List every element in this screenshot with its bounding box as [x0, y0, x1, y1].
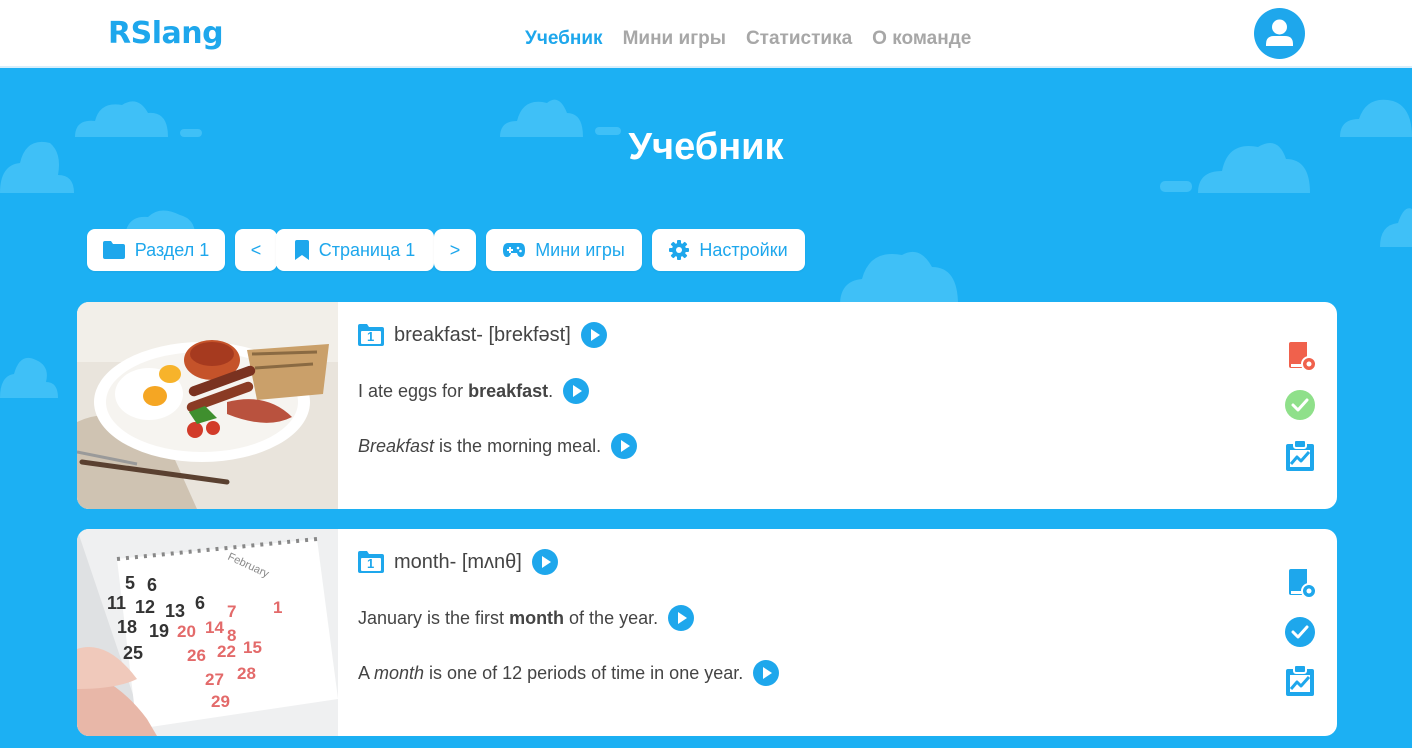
nav-link-textbook[interactable]: Учебник [525, 28, 603, 50]
page-title: Учебник [628, 126, 784, 168]
svg-text:22: 22 [217, 642, 236, 661]
word-statistics-icon[interactable] [1285, 665, 1315, 697]
difficult-word-icon[interactable] [1285, 340, 1317, 372]
meaning-row: A month is one of 12 periods of time in … [358, 660, 780, 686]
learned-check-icon[interactable] [1285, 617, 1315, 647]
transcription: [brekfəst] [488, 323, 571, 346]
meaning-text: A month is one of 12 periods of time in … [358, 663, 743, 684]
app-logo[interactable]: RSlang [108, 16, 224, 51]
next-page-button[interactable]: > [434, 229, 476, 271]
calendar-photo: February 56 11 12 13 6 18 19 25 71 20 14 8 26 2… [77, 529, 338, 736]
word-row: 1 month- [mʌnθ] [358, 549, 558, 575]
word-statistics-icon[interactable] [1285, 440, 1315, 472]
word-image: February 56 11 12 13 6 18 19 25 71 20 14 8 26 2… [77, 529, 338, 736]
play-word-icon[interactable] [580, 322, 607, 348]
svg-text:1: 1 [273, 598, 282, 617]
svg-text:12: 12 [135, 597, 155, 617]
example-word: month [509, 607, 565, 628]
word-row: 1 breakfast- [brekfəst] [358, 322, 607, 348]
example-row: I ate eggs for breakfast. [358, 378, 590, 404]
user-avatar-button[interactable] [1254, 8, 1305, 59]
word: month [394, 550, 450, 573]
example-pre: January is the first [358, 607, 510, 628]
transcription: [mʌnθ] [461, 550, 522, 573]
group-number: 1 [367, 329, 375, 344]
word-card: February 56 11 12 13 6 18 19 25 71 20 14 8 26 2… [77, 529, 1337, 736]
example-pre: I ate eggs for [358, 380, 469, 401]
word-card: 1 breakfast- [brekfəst] I ate eggs for b… [77, 302, 1337, 509]
play-example-icon[interactable] [563, 378, 590, 404]
cloud-decoration [0, 357, 58, 398]
next-page-label: > [449, 239, 461, 260]
word-separator: - [449, 550, 457, 573]
nav-link-about-team[interactable]: О команде [872, 28, 971, 50]
example-text: January is the first month of the year. [358, 608, 658, 629]
play-example-icon[interactable] [668, 605, 695, 631]
word: breakfast [394, 323, 477, 346]
meaning-post: is the morning meal. [434, 435, 602, 456]
svg-text:25: 25 [123, 643, 143, 663]
breakfast-photo [77, 302, 338, 509]
folder-icon [102, 241, 125, 259]
play-meaning-icon[interactable] [753, 660, 780, 686]
svg-text:26: 26 [187, 646, 206, 665]
svg-text:28: 28 [237, 664, 256, 683]
example-post: . [548, 380, 554, 401]
nav-link-statistics[interactable]: Статистика [746, 28, 852, 50]
svg-text:27: 27 [205, 670, 224, 689]
cloud-decoration [840, 251, 958, 305]
play-meaning-icon[interactable] [611, 433, 638, 459]
svg-text:15: 15 [243, 638, 262, 657]
group-number: 1 [367, 556, 375, 571]
settings-button-label: Настройки [699, 239, 788, 260]
difficult-word-icon[interactable] [1285, 567, 1317, 599]
meaning-word: month [374, 662, 425, 683]
page-button[interactable]: Страница 1 [276, 229, 434, 271]
bookmark-icon [294, 240, 309, 260]
example-word: breakfast [468, 380, 549, 401]
svg-text:11: 11 [107, 593, 126, 613]
cloud-decoration [1380, 208, 1412, 247]
word-text: month- [mʌnθ] [394, 551, 522, 574]
example-post: of the year. [564, 607, 659, 628]
meaning-post: is one of 12 periods of time in one year… [424, 662, 744, 683]
svg-text:18: 18 [117, 617, 137, 637]
word-text: breakfast- [brekfəst] [394, 324, 571, 347]
svg-text:19: 19 [149, 621, 169, 641]
learned-check-icon[interactable] [1285, 390, 1315, 420]
example-text: I ate eggs for breakfast. [358, 381, 553, 402]
prev-page-button[interactable]: < [235, 229, 277, 271]
section-button-label: Раздел 1 [134, 239, 210, 260]
settings-button[interactable]: Настройки [652, 229, 805, 271]
svg-text:29: 29 [211, 692, 230, 711]
mini-games-button[interactable]: Мини игры [486, 229, 642, 271]
svg-text:13: 13 [165, 601, 185, 621]
meaning-row: Breakfast is the morning meal. [358, 433, 638, 459]
example-row: January is the first month of the year. [358, 605, 695, 631]
play-word-icon[interactable] [531, 549, 558, 575]
svg-text:6: 6 [147, 575, 157, 595]
meaning-word: Breakfast [358, 435, 435, 456]
prev-page-label: < [250, 239, 262, 260]
main-nav: Учебник Мини игры Статистика О команде [525, 28, 971, 50]
svg-text:5: 5 [125, 573, 135, 593]
mini-games-button-label: Мини игры [535, 239, 625, 260]
nav-link-mini-games[interactable]: Мини игры [623, 28, 726, 50]
word-image [77, 302, 338, 509]
svg-text:6: 6 [195, 593, 205, 613]
user-icon [1266, 19, 1293, 46]
gamepad-icon [503, 243, 526, 257]
page-button-label: Страница 1 [318, 239, 416, 260]
gear-icon [669, 240, 690, 260]
svg-text:20: 20 [177, 622, 196, 641]
svg-text:7: 7 [227, 602, 236, 621]
top-header: RSlang Учебник Мини игры Статистика О ко… [0, 0, 1412, 68]
meaning-pre: A [358, 662, 375, 683]
meaning-text: Breakfast is the morning meal. [358, 436, 601, 457]
word-separator: - [476, 323, 483, 346]
svg-text:14: 14 [205, 618, 224, 637]
section-button[interactable]: Раздел 1 [87, 229, 225, 271]
